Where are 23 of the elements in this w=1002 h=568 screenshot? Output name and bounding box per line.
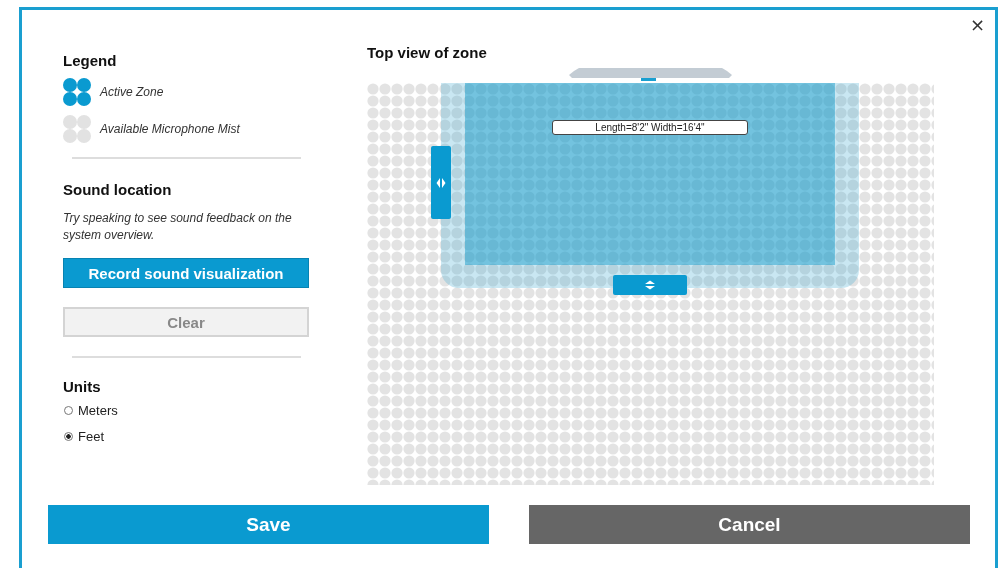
left-right-arrows-icon <box>436 176 446 189</box>
active-zone-icon <box>63 78 91 106</box>
close-button[interactable]: × <box>965 14 989 35</box>
save-button[interactable]: Save <box>48 505 489 544</box>
up-down-arrows-icon <box>644 280 656 290</box>
cancel-button[interactable]: Cancel <box>529 505 970 544</box>
active-zone[interactable] <box>465 83 835 265</box>
radio-label: Meters <box>78 402 118 418</box>
record-button[interactable]: Record sound visualization <box>63 258 309 288</box>
radio-label: Feet <box>78 428 104 444</box>
legend-label: Available Microphone Mist <box>100 122 240 136</box>
section-title: Top view of zone <box>367 44 488 61</box>
section-title: Sound location <box>63 181 173 198</box>
section-title: Units <box>63 378 102 395</box>
radio-button[interactable] <box>64 431 73 441</box>
legend-label: Active Zone <box>100 85 164 99</box>
hint-text: Try speaking to see sound feedback on the system overview. <box>63 210 293 244</box>
radio-button[interactable] <box>64 405 73 415</box>
section-title: Legend <box>63 52 118 69</box>
resize-handle[interactable] <box>613 275 687 295</box>
microphone-mist-icon <box>63 115 91 143</box>
resize-handle[interactable] <box>431 146 451 219</box>
dimensions-label: Length=8'2" Width=16'4" <box>552 120 748 135</box>
